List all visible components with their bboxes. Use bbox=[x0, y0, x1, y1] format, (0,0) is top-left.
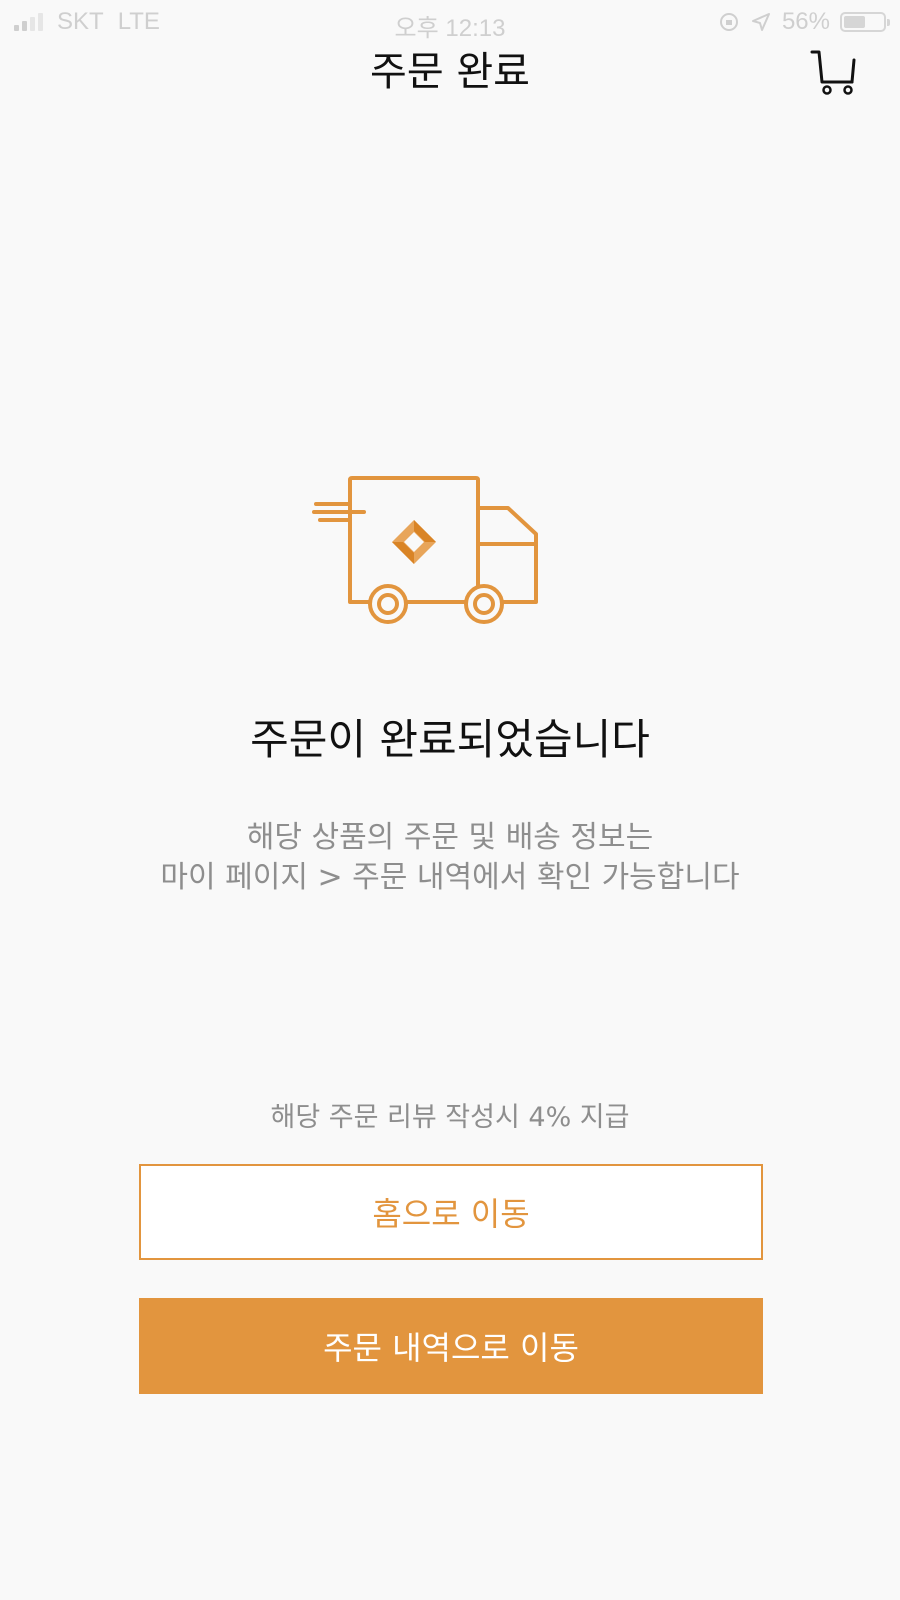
header: 주문 완료 bbox=[0, 44, 900, 104]
delivery-truck-icon bbox=[312, 474, 544, 634]
order-info-text: 해당 상품의 주문 및 배송 정보는 마이 페이지 > 주문 내역에서 확인 가… bbox=[0, 818, 900, 898]
battery-icon bbox=[840, 12, 890, 32]
order-info-line-1: 해당 상품의 주문 및 배송 정보는 bbox=[246, 820, 654, 855]
order-complete-heading: 주문이 완료되었습니다 bbox=[250, 715, 650, 764]
review-reward-note: 해당 주문 리뷰 작성시 4% 지급 bbox=[270, 1102, 630, 1133]
go-home-button[interactable]: 홈으로 이동 bbox=[139, 1164, 763, 1260]
go-to-orders-button[interactable]: 주문 내역으로 이동 bbox=[139, 1298, 763, 1394]
battery-percent: 56% bbox=[781, 8, 830, 35]
rotation-lock-icon bbox=[719, 13, 738, 31]
cart-icon bbox=[810, 50, 856, 95]
order-complete-screen: SKT LTE 오후 12:13 56% 주문 완료 주문이 완료되었습니다 해… bbox=[0, 0, 900, 1600]
status-bar: SKT LTE 오후 12:13 56% bbox=[0, 0, 900, 44]
order-info-line-2: 마이 페이지 > 주문 내역에서 확인 가능합니다 bbox=[160, 860, 740, 895]
go-home-button-label: 홈으로 이동 bbox=[372, 1195, 530, 1233]
page-title: 주문 완료 bbox=[370, 49, 530, 95]
status-right: 56% bbox=[718, 8, 890, 36]
location-icon bbox=[751, 13, 770, 31]
cart-button[interactable] bbox=[810, 46, 858, 98]
go-to-orders-button-label: 주문 내역으로 이동 bbox=[323, 1329, 579, 1367]
battery-level bbox=[844, 16, 865, 28]
